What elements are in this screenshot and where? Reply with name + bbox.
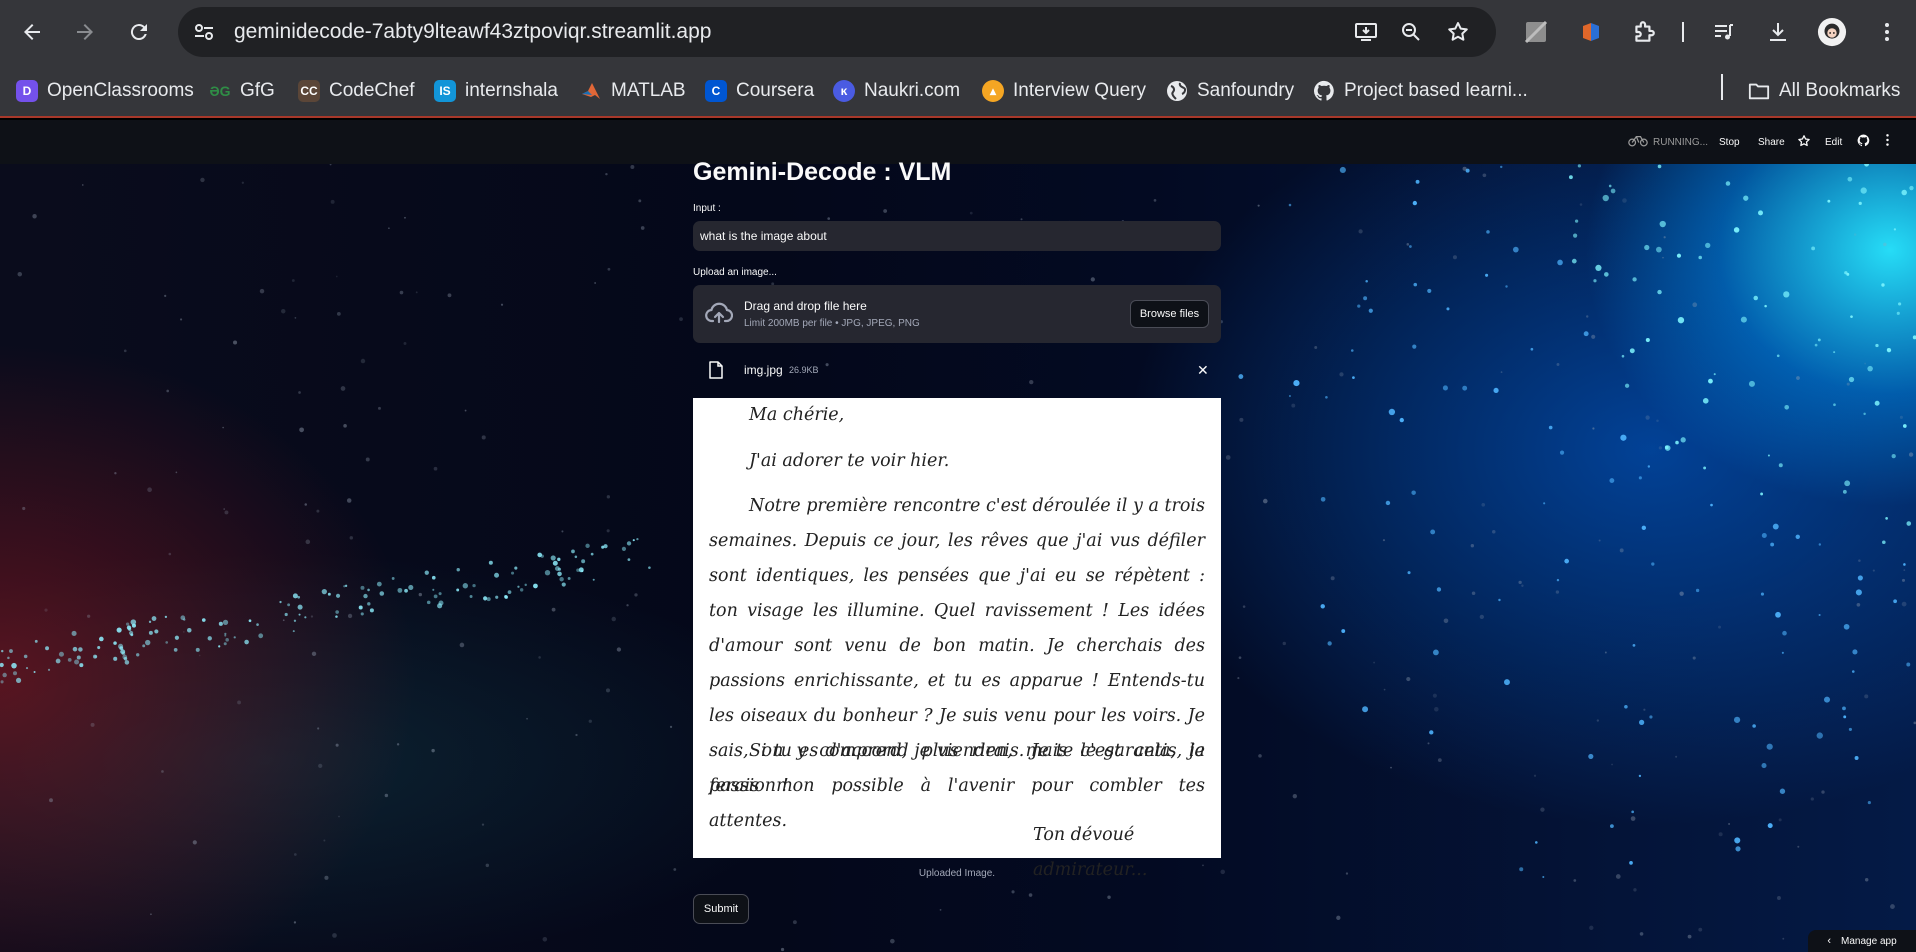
site-settings-icon[interactable] — [190, 18, 218, 46]
prompt-input[interactable]: what is the image about — [693, 221, 1221, 251]
bookmarks-separator — [1721, 74, 1723, 100]
bookmark-matlab[interactable]: MATLAB — [580, 76, 686, 106]
file-dropzone[interactable]: Drag and drop file here Limit 200MB per … — [693, 285, 1221, 343]
bookmark-label: internshala — [465, 80, 558, 101]
forward-icon[interactable] — [67, 14, 103, 50]
internshala-icon: IS — [434, 80, 456, 102]
bookmarks-bar: D OpenClassrooms ƏG GfG CC CodeChef IS i… — [0, 64, 1916, 118]
bookmark-label: Coursera — [736, 80, 815, 101]
main-content: Gemini-Decode : VLM Input : what is the … — [693, 120, 1221, 952]
gfg-icon: ƏG — [209, 83, 231, 99]
url-text[interactable]: geminidecode-7abty9lteawf43ztpoviqr.stre… — [234, 20, 711, 44]
folder-icon — [1748, 80, 1770, 102]
input-label: Input : — [693, 203, 721, 214]
bookmark-openclassrooms[interactable]: D OpenClassrooms — [16, 76, 194, 106]
bookmark-label: MATLAB — [611, 80, 686, 101]
bookmark-coursera[interactable]: C Coursera — [705, 76, 814, 106]
interview-query-icon: ▴ — [982, 80, 1004, 102]
submit-button[interactable]: Submit — [693, 894, 749, 924]
bookmark-gfg[interactable]: ƏG GfG — [209, 76, 275, 106]
bookmark-label: Naukri.com — [864, 80, 961, 101]
all-bookmarks[interactable]: All Bookmarks — [1748, 76, 1900, 106]
chevron-left-icon: ‹ — [1827, 935, 1832, 947]
file-name: img.jpg — [744, 363, 783, 377]
profile-avatar[interactable] — [1816, 16, 1848, 48]
codechef-icon: CC — [298, 80, 320, 102]
bookmark-label: Project based learni... — [1344, 80, 1528, 101]
bookmark-codechef[interactable]: CC CodeChef — [298, 76, 415, 106]
toolbar-separator — [1682, 22, 1684, 42]
bookmark-star-icon[interactable] — [1444, 19, 1472, 45]
running-bike-icon — [1628, 133, 1648, 150]
bookmark-naukri[interactable]: ĸ Naukri.com — [833, 76, 960, 106]
downloads-icon[interactable] — [1762, 16, 1794, 48]
file-size: 26.9KB — [789, 365, 819, 375]
uploaded-image: Ma chérie, J'ai adorer te voir hier. Not… — [693, 398, 1221, 880]
github-icon[interactable] — [1857, 134, 1870, 150]
uploaded-file-row: img.jpg 26.9KB ✕ — [693, 352, 1221, 388]
naukri-icon: ĸ — [833, 80, 855, 102]
bookmark-internshala[interactable]: IS internshala — [434, 76, 558, 106]
bookmark-label: Interview Query — [1013, 80, 1147, 101]
app-menu-icon[interactable] — [1885, 133, 1890, 150]
bookmark-project-based-learning[interactable]: Project based learni... — [1313, 76, 1528, 106]
dropzone-limit: Limit 200MB per file • JPG, JPEG, PNG — [744, 318, 920, 329]
file-icon — [709, 361, 723, 379]
remove-file-icon[interactable]: ✕ — [1197, 362, 1209, 379]
letter-line: J'ai adorer te voir hier. — [749, 451, 950, 471]
cloud-upload-icon — [705, 302, 733, 324]
bookmark-label: CodeChef — [329, 80, 415, 101]
upload-label: Upload an image... — [693, 267, 777, 278]
edit-button[interactable]: Edit — [1825, 137, 1842, 148]
github-icon — [1313, 80, 1335, 102]
media-queue-icon[interactable] — [1708, 16, 1740, 48]
bookmark-interview-query[interactable]: ▴ Interview Query — [982, 76, 1146, 106]
extensions-puzzle-icon[interactable] — [1628, 16, 1660, 48]
browse-files-button[interactable]: Browse files — [1130, 300, 1209, 328]
back-icon[interactable] — [14, 14, 50, 50]
address-bar[interactable]: geminidecode-7abty9lteawf43ztpoviqr.stre… — [178, 7, 1496, 57]
install-app-icon[interactable] — [1352, 19, 1380, 45]
openclassrooms-icon: D — [16, 80, 38, 102]
share-button[interactable]: Share — [1758, 137, 1785, 148]
manage-app-label: Manage app — [1841, 935, 1897, 947]
page-title: Gemini-Decode : VLM — [693, 158, 952, 186]
image-caption: Uploaded Image. — [918, 868, 996, 879]
app-viewport: RUNNING... Stop Share Edit Gemini-Decode… — [0, 120, 1916, 952]
extension-orange-icon[interactable] — [1575, 16, 1607, 48]
bookmark-label: GfG — [240, 80, 275, 101]
manage-app-button[interactable]: ‹ Manage app — [1808, 930, 1916, 952]
bookmark-label: Sanfoundry — [1197, 80, 1295, 101]
extension-gray-icon[interactable] — [1520, 16, 1552, 48]
coursera-icon: C — [705, 80, 727, 102]
running-status: RUNNING... — [1653, 137, 1708, 148]
globe-icon — [1166, 80, 1188, 102]
favorite-star-icon[interactable] — [1797, 134, 1811, 151]
bookmark-label: OpenClassrooms — [47, 80, 194, 101]
zoom-icon[interactable] — [1397, 19, 1425, 45]
letter-greeting: Ma chérie, — [749, 405, 845, 425]
browser-toolbar: geminidecode-7abty9lteawf43ztpoviqr.stre… — [0, 0, 1916, 64]
reload-icon[interactable] — [121, 14, 157, 50]
stop-button[interactable]: Stop — [1719, 137, 1740, 148]
bookmark-sanfoundry[interactable]: Sanfoundry — [1166, 76, 1294, 106]
all-bookmarks-label: All Bookmarks — [1779, 80, 1901, 101]
browser-menu-icon[interactable] — [1871, 16, 1903, 48]
matlab-icon — [580, 80, 602, 102]
dropzone-title: Drag and drop file here — [744, 299, 867, 313]
